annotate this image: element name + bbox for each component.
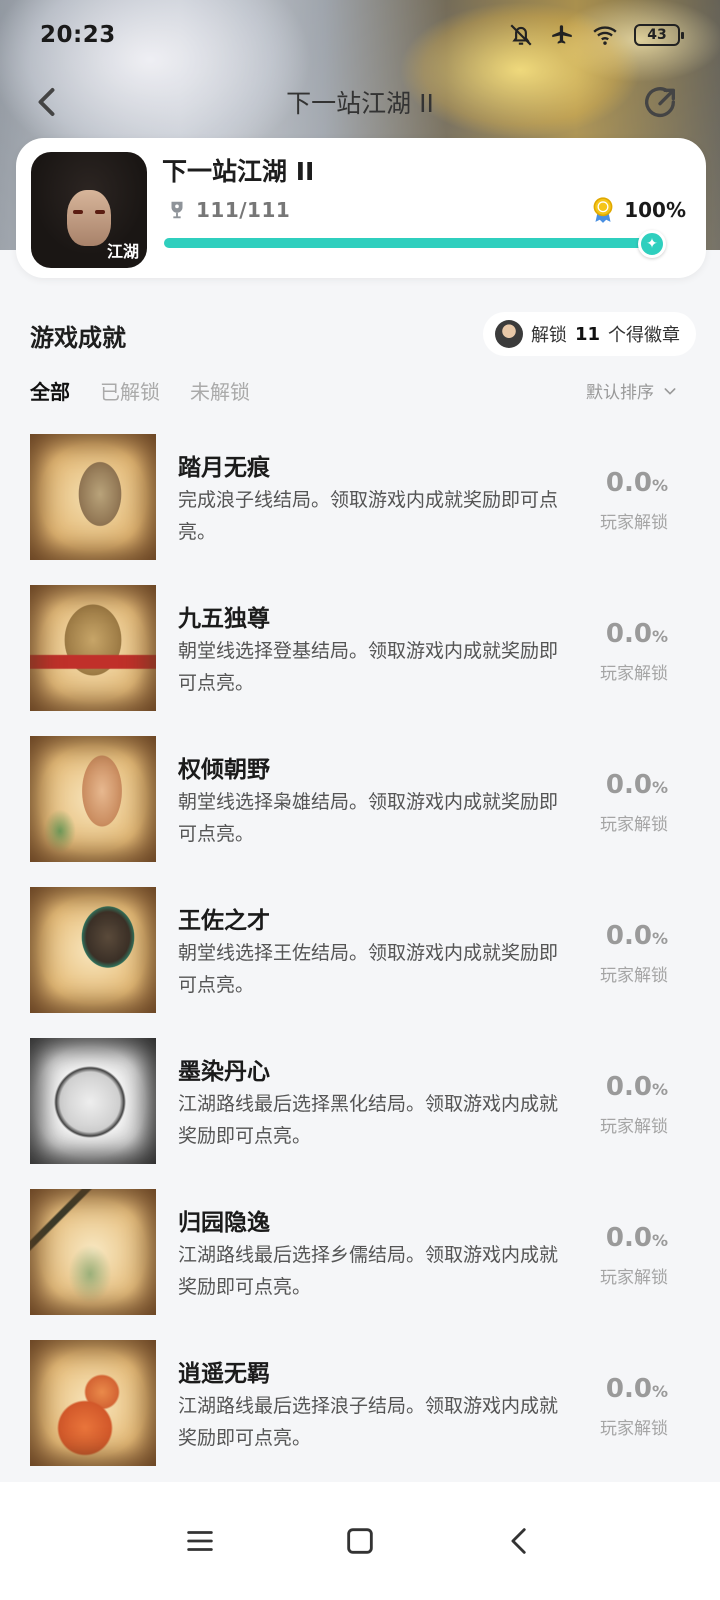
achievement-title: 逍遥无羁 bbox=[178, 1361, 270, 1387]
unlock-rate-label: 玩家解锁 bbox=[600, 664, 668, 684]
achievement-description: 朝堂线选择枭雄结局。领取游戏内成就奖励即可点亮。 bbox=[178, 791, 559, 845]
trophy-icon bbox=[171, 201, 183, 219]
tab-unlocked[interactable]: 已解锁 bbox=[100, 376, 160, 405]
achievement-description: 朝堂线选择王佐结局。领取游戏内成就奖励即可点亮。 bbox=[178, 942, 559, 996]
unlock-rate-label: 玩家解锁 bbox=[600, 1117, 668, 1137]
achievement-title: 踏月无痕 bbox=[178, 455, 270, 481]
list-item[interactable]: 踏月无痕 完成浪子线结局。领取游戏内成就奖励即可点亮。 0.0% 玩家解锁 bbox=[0, 434, 720, 585]
airplane-icon bbox=[552, 25, 572, 44]
list-item[interactable]: 王佐之才 朝堂线选择王佐结局。领取游戏内成就奖励即可点亮。 0.0% 玩家解锁 bbox=[0, 887, 720, 1038]
tab-all[interactable]: 全部 bbox=[30, 376, 70, 405]
unlock-rate: 0.0% bbox=[605, 770, 668, 800]
filter-tabs: 全部 已解锁 未解锁 bbox=[30, 376, 250, 405]
achievement-title: 归园隐逸 bbox=[178, 1210, 270, 1236]
list-item[interactable]: 归园隐逸 江湖路线最后选择乡儒结局。领取游戏内成就奖励即可点亮。 0.0% 玩家… bbox=[0, 1189, 720, 1340]
hand-icon bbox=[30, 736, 156, 862]
unlock-rate-label: 玩家解锁 bbox=[600, 1419, 668, 1439]
unlock-rate-label: 玩家解锁 bbox=[600, 815, 668, 835]
list-item[interactable]: 墨染丹心 江湖路线最后选择黑化结局。领取游戏内成就奖励即可点亮。 0.0% 玩家… bbox=[0, 1038, 720, 1189]
achievement-description: 江湖路线最后选择乡儒结局。领取游戏内成就奖励即可点亮。 bbox=[178, 1244, 559, 1298]
page-title: 下一站江湖 II bbox=[286, 89, 434, 118]
badge-suffix: 个得徽章 bbox=[608, 325, 680, 346]
achievement-description: 江湖路线最后选择浪子结局。领取游戏内成就奖励即可点亮。 bbox=[178, 1395, 559, 1449]
throne-icon bbox=[30, 585, 156, 711]
inkstone-brush-icon bbox=[30, 887, 156, 1013]
achievement-title: 墨染丹心 bbox=[178, 1059, 270, 1085]
badge-count: 11 bbox=[574, 323, 600, 345]
share-icon[interactable] bbox=[640, 82, 680, 122]
list-item[interactable]: 权倾朝野 朝堂线选择枭雄结局。领取游戏内成就奖励即可点亮。 0.0% 玩家解锁 bbox=[0, 736, 720, 887]
unlock-rate-label: 玩家解锁 bbox=[600, 1268, 668, 1288]
unlock-rate: 0.0% bbox=[605, 1223, 668, 1253]
completion-percent: 100% bbox=[624, 198, 686, 222]
achievement-title: 九五独尊 bbox=[178, 606, 270, 632]
status-bar: 20:23 43 bbox=[0, 0, 720, 70]
achievement-title: 王佐之才 bbox=[178, 908, 270, 934]
game-cover-text: 江湖 bbox=[106, 242, 139, 261]
battery-indicator: 43 bbox=[634, 24, 684, 46]
unlock-rate: 0.0% bbox=[605, 921, 668, 951]
achievement-description: 朝堂线选择登基结局。领取游戏内成就奖励即可点亮。 bbox=[178, 640, 559, 694]
gold-medal-icon bbox=[593, 197, 613, 223]
bamboo-icon bbox=[30, 1189, 156, 1315]
achievement-description: 江湖路线最后选择黑化结局。领取游戏内成就奖励即可点亮。 bbox=[178, 1093, 559, 1147]
unlock-rate-label: 玩家解锁 bbox=[600, 966, 668, 986]
tab-locked[interactable]: 未解锁 bbox=[190, 376, 250, 405]
home-icon[interactable] bbox=[343, 1524, 377, 1558]
badge-unlock-pill[interactable]: 解锁 11 个得徽章 bbox=[482, 312, 696, 356]
sort-label: 默认排序 bbox=[586, 383, 654, 403]
boot-icon bbox=[30, 434, 156, 560]
list-item[interactable]: 九五独尊 朝堂线选择登基结局。领取游戏内成就奖励即可点亮。 0.0% 玩家解锁 bbox=[0, 585, 720, 736]
progress-fill bbox=[164, 238, 654, 248]
back-nav-icon[interactable] bbox=[503, 1524, 537, 1558]
game-cover-image: 江湖 bbox=[31, 152, 147, 268]
badge-avatar-icon bbox=[494, 320, 523, 348]
nav-bar: 下一站江湖 II bbox=[0, 70, 720, 134]
achievement-description: 完成浪子线结局。领取游戏内成就奖励即可点亮。 bbox=[178, 489, 559, 543]
ink-moon-icon bbox=[30, 1038, 156, 1164]
wifi-icon bbox=[593, 26, 617, 45]
gourd-icon bbox=[30, 1340, 156, 1466]
progress-star-icon: ✦ bbox=[638, 230, 666, 258]
menu-icon[interactable] bbox=[183, 1524, 217, 1558]
unlock-rate: 0.0% bbox=[605, 1374, 668, 1404]
trophy-count: 111/111 bbox=[196, 198, 291, 222]
achievement-title: 权倾朝野 bbox=[178, 757, 270, 783]
unlock-rate: 0.0% bbox=[605, 468, 668, 498]
game-summary-card[interactable]: 江湖 下一站江湖 II 111/111 100% ✦ bbox=[16, 138, 706, 278]
unlock-rate-label: 玩家解锁 bbox=[600, 513, 668, 533]
mute-bell-icon bbox=[510, 24, 532, 46]
system-nav-bar bbox=[0, 1482, 720, 1600]
unlock-rate: 0.0% bbox=[605, 619, 668, 649]
game-name: 下一站江湖 II bbox=[162, 157, 315, 186]
list-item[interactable]: 逍遥无羁 江湖路线最后选择浪子结局。领取游戏内成就奖励即可点亮。 0.0% 玩家… bbox=[0, 1340, 720, 1491]
achievement-list: 踏月无痕 完成浪子线结局。领取游戏内成就奖励即可点亮。 0.0% 玩家解锁 九五… bbox=[0, 434, 720, 1491]
completion-progress-bar bbox=[164, 238, 654, 248]
badge-prefix: 解锁 bbox=[530, 325, 567, 346]
chevron-down-icon bbox=[664, 387, 676, 395]
sort-dropdown[interactable]: 默认排序 bbox=[586, 378, 678, 403]
unlock-rate: 0.0% bbox=[605, 1072, 668, 1102]
section-title: 游戏成就 bbox=[30, 324, 126, 352]
status-time: 20:23 bbox=[40, 22, 116, 48]
back-icon[interactable] bbox=[30, 84, 66, 120]
